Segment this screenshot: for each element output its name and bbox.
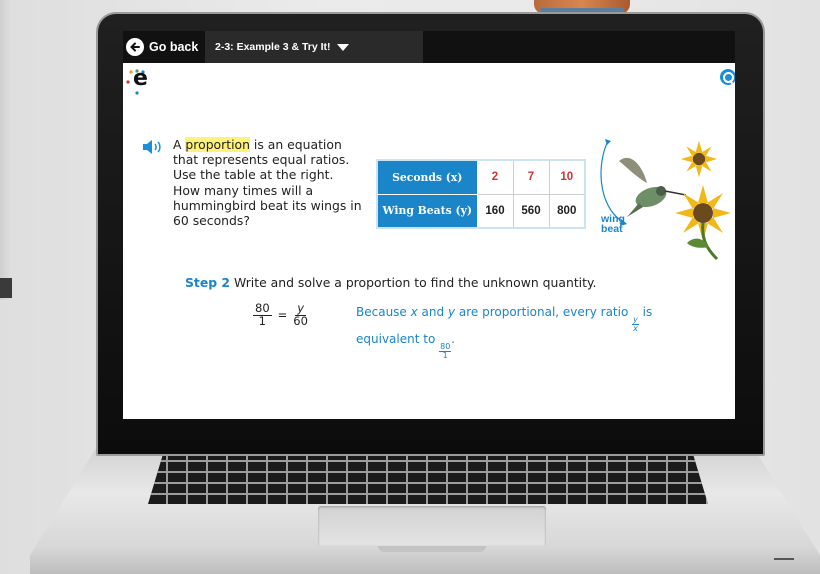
- explanation-part: Because: [356, 305, 411, 319]
- variable-x: x: [410, 305, 418, 319]
- table-cell: 2: [476, 159, 514, 195]
- zoom-icon[interactable]: [720, 69, 735, 85]
- step-number: Step 2: [185, 275, 231, 290]
- fraction-lhs: 80 1: [253, 302, 272, 328]
- lesson-dropdown[interactable]: 2-3: Example 3 & Try It!: [205, 31, 423, 63]
- fraction-denominator: 1: [258, 313, 266, 328]
- laptop-trackpad: [318, 506, 546, 546]
- go-back-label: Go back: [149, 40, 199, 54]
- problem-text: A proportion is an equation that represe…: [173, 137, 363, 228]
- table-cell: 10: [548, 159, 586, 195]
- fraction-denominator: 60: [293, 313, 308, 328]
- lesson-title: 2-3: Example 3 & Try It!: [215, 41, 331, 53]
- fraction-denominator: 1: [442, 351, 448, 360]
- table-row-header: Seconds (x): [376, 159, 478, 195]
- proportion-equation: 80 1 = y 60: [253, 302, 308, 328]
- explanation-part: are proportional, every ratio: [455, 305, 633, 319]
- ratio-fraction: yx: [632, 316, 639, 333]
- fraction-denominator: x: [633, 324, 638, 333]
- laptop-notch: [378, 546, 486, 552]
- laptop-keyboard: [148, 448, 708, 504]
- back-arrow-icon: [126, 38, 144, 56]
- beat-label-line: beat: [601, 223, 623, 235]
- glossary-term-proportion[interactable]: proportion: [185, 137, 250, 152]
- hummingbird-sunflower-illustration: [600, 139, 731, 261]
- ratio-table: Seconds (x) 2 7 10 Wing Beats (y) 160 56…: [376, 159, 586, 229]
- problem-prefix: A: [173, 137, 186, 152]
- table-row: Wing Beats (y) 160 560 800: [376, 193, 586, 229]
- go-back-button[interactable]: Go back: [123, 31, 205, 63]
- step-text: Write and solve a proportion to find the…: [234, 275, 597, 290]
- equivalent-fraction: 80 1: [439, 343, 452, 360]
- table-cell: 560: [512, 193, 550, 229]
- wing-beat-label: wing beat: [601, 214, 625, 235]
- explanation-part: and: [417, 305, 448, 319]
- table-cell: 7: [512, 159, 550, 195]
- explanation-part: .: [451, 332, 456, 346]
- chevron-down-icon: [336, 43, 349, 51]
- audio-speaker-icon[interactable]: [142, 139, 164, 155]
- equals-sign: =: [277, 308, 288, 322]
- table-row-header: Wing Beats (y): [376, 193, 478, 229]
- table-row: Seconds (x) 2 7 10: [376, 159, 586, 195]
- explanation-text: Because x and y are proportional, every …: [356, 306, 686, 360]
- step-instruction: Step 2 Write and solve a proportion to f…: [185, 275, 596, 290]
- logo: e: [133, 66, 148, 91]
- background-shelf: [0, 0, 12, 300]
- table-cell: 160: [476, 193, 514, 229]
- laptop-screen: Go back 2-3: Example 3 & Try It! e A pro…: [123, 31, 735, 419]
- table-cell: 800: [548, 193, 586, 229]
- variable-y: y: [447, 305, 456, 319]
- top-nav-bar: Go back 2-3: Example 3 & Try It!: [123, 31, 735, 63]
- laptop-indicator: [774, 558, 794, 560]
- fraction-rhs: y 60: [293, 302, 308, 328]
